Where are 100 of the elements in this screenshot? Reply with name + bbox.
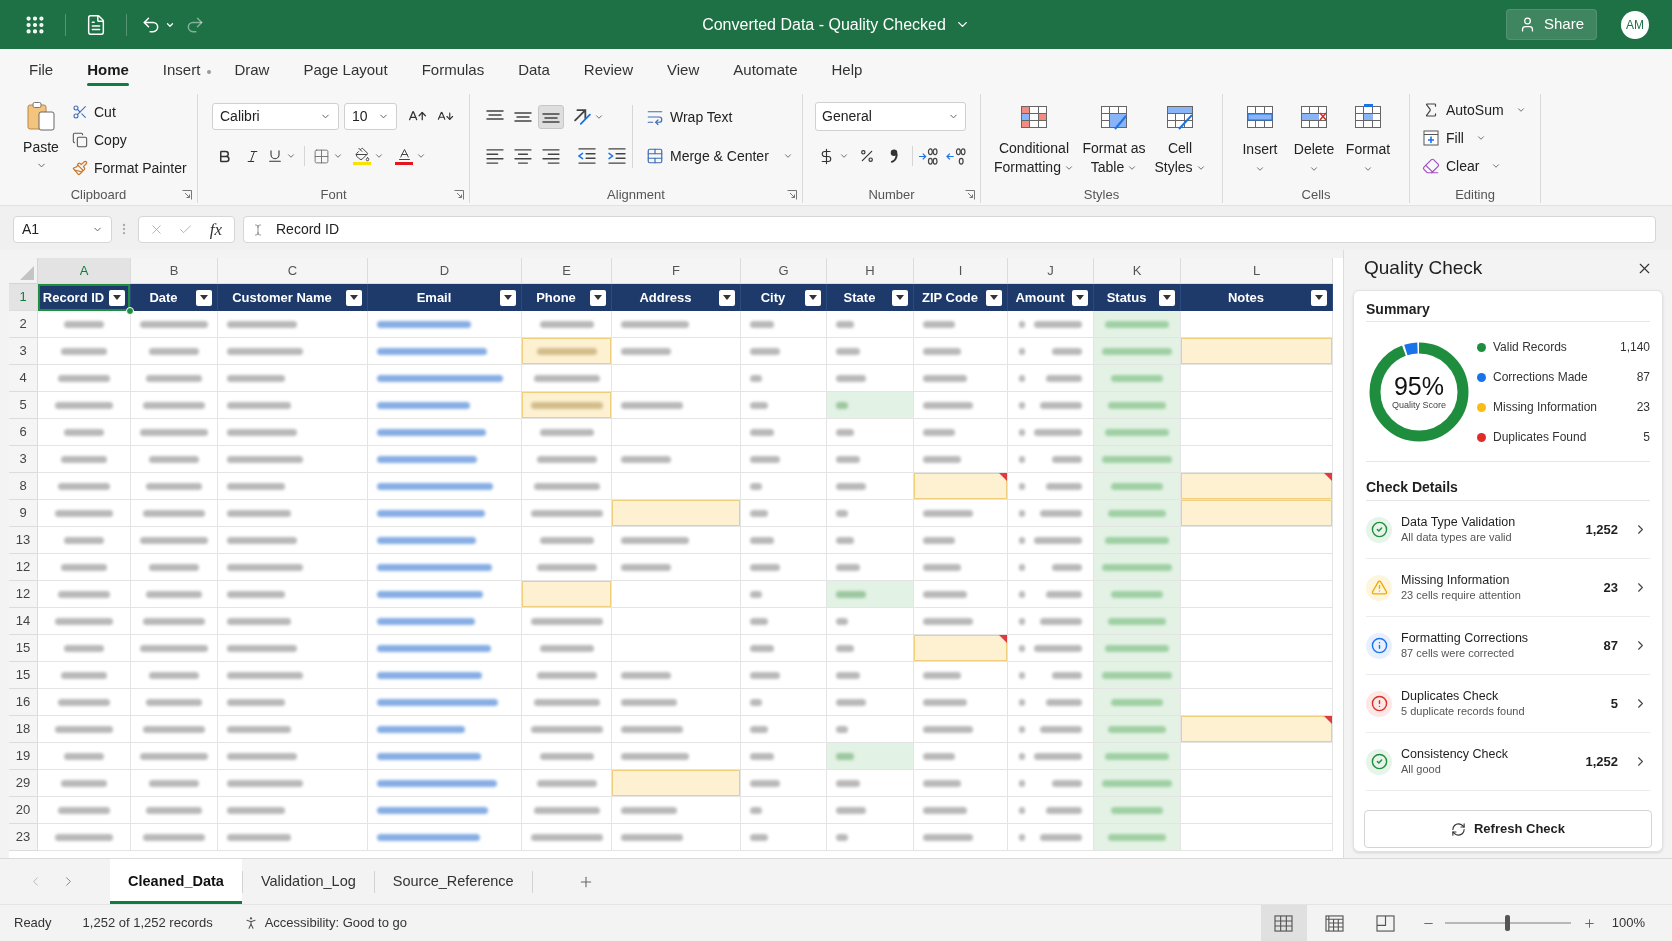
row-number[interactable]: 15 <box>9 635 38 662</box>
row-number[interactable]: 9 <box>9 500 38 527</box>
filter-button[interactable] <box>109 289 125 306</box>
row-number[interactable]: 12 <box>9 581 38 608</box>
menu-tab[interactable]: File <box>12 49 71 92</box>
refresh-check-button[interactable]: Refresh Check <box>1364 810 1652 848</box>
plus-icon[interactable] <box>1582 916 1596 930</box>
zoom-level[interactable]: 100% <box>1611 913 1645 933</box>
document-title[interactable]: Converted Data - Quality Checked <box>702 12 970 37</box>
merge-center-button[interactable]: Merge & Center <box>646 144 793 168</box>
copy-button[interactable]: Copy <box>72 130 187 150</box>
filter-button[interactable] <box>196 289 212 306</box>
format-painter-button[interactable]: Format Painter <box>72 158 187 178</box>
font-size-dropdown[interactable]: 10 <box>344 103 397 130</box>
filter-button[interactable] <box>500 289 516 306</box>
row-number[interactable]: 8 <box>9 473 38 500</box>
sheet-tab[interactable]: Validation_Log <box>242 859 374 904</box>
slider-thumb[interactable] <box>1505 915 1511 931</box>
filter-button[interactable] <box>805 289 821 306</box>
column-letter[interactable]: B <box>131 258 218 284</box>
row-number[interactable]: 1 <box>9 284 38 311</box>
row-number[interactable]: 23 <box>9 824 38 851</box>
menu-tab[interactable]: Help <box>814 49 880 92</box>
check-count: 1,252 <box>1585 520 1618 539</box>
insert-function-button[interactable]: fx <box>204 218 228 241</box>
status-text: Ready <box>14 914 52 933</box>
menu-tab[interactable]: Automate <box>716 49 815 92</box>
row-number[interactable]: 6 <box>9 419 38 446</box>
row-number[interactable]: 4 <box>9 365 38 392</box>
column-letter[interactable]: K <box>1094 258 1181 284</box>
dialog-launcher-icon[interactable] <box>182 190 192 200</box>
cells-button[interactable]: Delete <box>1288 102 1340 174</box>
menu-tab[interactable]: Home <box>70 49 146 92</box>
menu-tab[interactable]: Data <box>501 49 567 92</box>
cells-button[interactable]: Format <box>1342 102 1394 174</box>
menu-tab[interactable]: Formulas <box>404 49 502 92</box>
filter-button[interactable] <box>892 289 908 306</box>
row-number[interactable]: 14 <box>9 608 38 635</box>
editing-button[interactable]: Clear <box>1422 156 1526 176</box>
dialog-launcher-icon[interactable] <box>965 190 975 200</box>
column-letter[interactable]: I <box>914 258 1008 284</box>
menu-tab[interactable]: Insert <box>145 49 218 92</box>
row-number[interactable]: 2 <box>9 311 38 338</box>
sheet-tab[interactable]: Cleaned_Data <box>110 859 242 904</box>
menu-tab[interactable]: Review <box>566 49 651 92</box>
zoom-slider[interactable] <box>1444 915 1571 931</box>
view-button[interactable] <box>1260 905 1307 941</box>
filter-button[interactable] <box>346 289 362 306</box>
menu-tab[interactable]: Page Layout <box>286 49 405 92</box>
style-button[interactable]: Cell Styles <box>1151 102 1209 177</box>
align-button[interactable] <box>538 105 564 129</box>
filter-button[interactable] <box>986 289 1002 306</box>
cells-button[interactable]: Insert <box>1234 102 1286 174</box>
row-number[interactable]: 13 <box>9 527 38 554</box>
column-letter[interactable]: A <box>38 258 131 284</box>
row-number[interactable]: 20 <box>9 797 38 824</box>
row-number[interactable]: 18 <box>9 716 38 743</box>
avatar[interactable]: AM <box>1621 10 1649 39</box>
filter-button[interactable] <box>590 289 606 306</box>
row-number[interactable]: 19 <box>9 743 38 770</box>
formula-input[interactable]: Record ID <box>243 216 1656 243</box>
share-button[interactable]: Share <box>1505 9 1597 40</box>
column-letter[interactable]: L <box>1181 258 1333 284</box>
row-number[interactable]: 15 <box>9 662 38 689</box>
row-number[interactable]: 5 <box>9 392 38 419</box>
column-letter[interactable]: C <box>218 258 368 284</box>
name-box[interactable]: A1 <box>13 216 112 243</box>
menu-tab[interactable]: Draw <box>217 49 287 92</box>
row-number[interactable]: 16 <box>9 689 38 716</box>
row-number[interactable]: 3 <box>9 338 38 365</box>
column-letter[interactable]: F <box>612 258 741 284</box>
editing-button[interactable]: AutoSum <box>1422 100 1526 120</box>
menu-tab[interactable]: View <box>650 49 717 92</box>
paste-button[interactable]: Paste <box>20 100 62 186</box>
sheet-tab[interactable]: Source_Reference <box>374 859 532 904</box>
accessibility-status[interactable]: Accessibility: Good to go <box>264 913 408 933</box>
row-number[interactable]: 12 <box>9 554 38 581</box>
row-number[interactable]: 29 <box>9 770 38 797</box>
filter-button[interactable] <box>1159 289 1175 306</box>
filter-button[interactable] <box>1311 289 1327 306</box>
column-letter[interactable]: E <box>522 258 612 284</box>
filter-button[interactable] <box>1072 289 1088 306</box>
column-letter[interactable]: H <box>827 258 914 284</box>
caret-icon <box>200 295 208 300</box>
dialog-launcher-icon[interactable] <box>454 190 464 200</box>
filter-button[interactable] <box>719 289 735 306</box>
dialog-launcher-icon[interactable] <box>787 190 797 200</box>
document-icon <box>85 13 107 36</box>
wrap-text-button[interactable]: Wrap Text <box>646 105 793 129</box>
font-name-dropdown[interactable]: Calibri <box>212 103 339 130</box>
caret-icon <box>1309 164 1319 174</box>
cut-button[interactable]: Cut <box>72 102 187 122</box>
style-button[interactable]: Conditional Formatting <box>991 102 1077 177</box>
column-letter[interactable]: J <box>1008 258 1094 284</box>
row-number[interactable]: 3 <box>9 446 38 473</box>
number-format-dropdown[interactable]: General <box>815 102 966 131</box>
column-letter[interactable]: G <box>741 258 827 284</box>
style-button[interactable]: Format as Table <box>1078 102 1150 177</box>
editing-button[interactable]: Fill <box>1422 128 1526 148</box>
column-letter[interactable]: D <box>368 258 522 284</box>
